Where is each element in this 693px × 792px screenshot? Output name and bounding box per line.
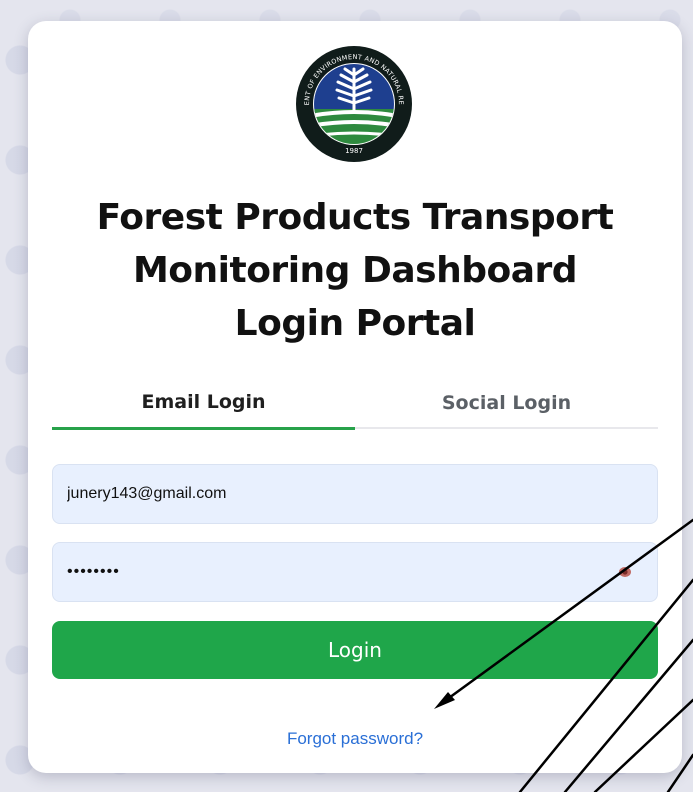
tab-social-login[interactable]: Social Login [355, 377, 658, 429]
login-tabs: Email Login Social Login [52, 377, 658, 430]
page-title: Forest Products Transport Monitoring Das… [48, 191, 662, 350]
tab-email-login[interactable]: Email Login [52, 377, 355, 430]
title-line-2: Monitoring Dashboard [132, 250, 578, 291]
password-field[interactable] [52, 542, 658, 602]
denr-logo: DEPARTMENT OF ENVIRONMENT AND NATURAL RE… [295, 45, 412, 162]
eye-icon[interactable] [618, 566, 632, 578]
login-card: DEPARTMENT OF ENVIRONMENT AND NATURAL RE… [28, 21, 682, 773]
email-field[interactable] [52, 464, 658, 524]
title-line-1: Forest Products Transport [96, 197, 614, 238]
login-button[interactable]: Login [52, 621, 658, 679]
logo-year: 1987 [345, 147, 363, 155]
title-line-3: Login Portal [234, 303, 476, 344]
forgot-password-link[interactable]: Forgot password? [228, 729, 482, 749]
